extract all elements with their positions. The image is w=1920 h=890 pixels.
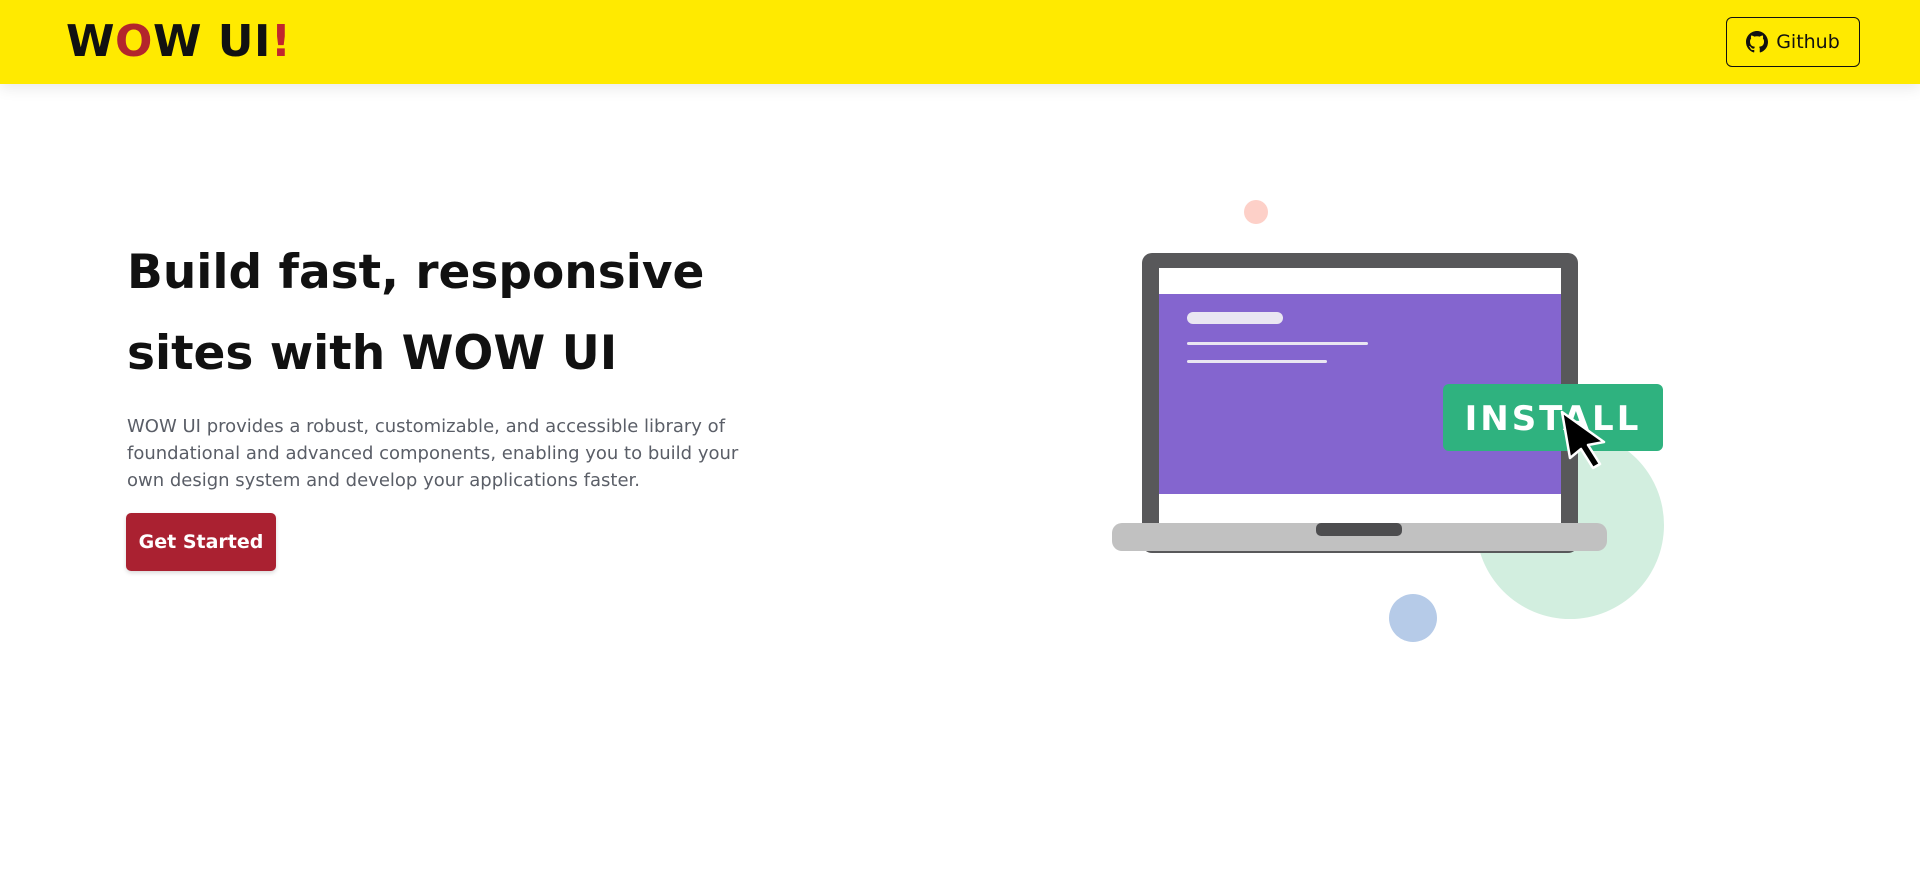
hero-description: WOW UI provides a robust, customizable, … xyxy=(127,416,739,491)
decor-dot-pink xyxy=(1244,200,1268,224)
screen-line-2 xyxy=(1187,360,1327,363)
brand-letter-o: O xyxy=(115,16,153,67)
github-label: Github xyxy=(1776,31,1840,53)
hero-title: Build fast, responsive sites with WOW UI xyxy=(127,245,705,381)
laptop-install-illustration: INSTALL xyxy=(1112,200,1664,642)
brand-exclamation: ! xyxy=(270,16,292,67)
github-button[interactable]: Github xyxy=(1726,17,1860,67)
get-started-button[interactable]: Get Started xyxy=(126,513,276,571)
decor-dot-blue xyxy=(1389,594,1437,642)
navbar: WOW UI! Github xyxy=(0,0,1920,84)
screen-bar-1 xyxy=(1187,312,1283,324)
screen-line-1 xyxy=(1187,342,1368,345)
brand-logo[interactable]: WOW UI! xyxy=(66,17,291,67)
laptop-trackpad-notch xyxy=(1316,523,1402,536)
github-icon xyxy=(1746,31,1769,53)
install-label: INSTALL xyxy=(1465,399,1642,439)
brand-letter-w: W xyxy=(66,16,116,67)
brand-letters-wui: W UI xyxy=(152,16,271,67)
